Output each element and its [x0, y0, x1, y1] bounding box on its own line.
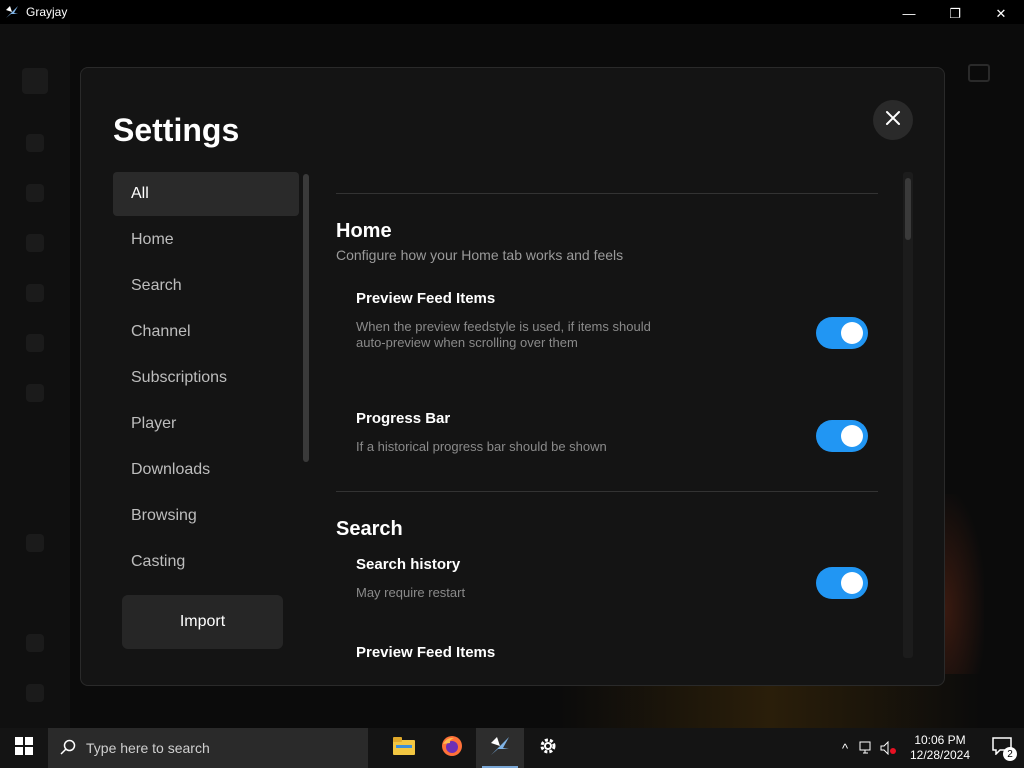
- setting-desc-search-history: May require restart: [356, 585, 466, 600]
- clock-date: 12/28/2024: [909, 748, 971, 762]
- content-scrollbar-thumb[interactable]: [905, 178, 911, 240]
- taskbar-grayjay[interactable]: [476, 728, 524, 768]
- toggle-search-history[interactable]: [816, 567, 868, 599]
- window-title: Grayjay: [26, 5, 68, 19]
- setting-desc-preview-feed-items: When the preview feedstyle is used, if i…: [356, 319, 651, 350]
- nav-item-downloads[interactable]: Downloads: [113, 448, 299, 492]
- nav-item-subscriptions[interactable]: Subscriptions: [113, 356, 299, 400]
- background-profile-icon: [26, 684, 44, 702]
- content-scrollbar[interactable]: [903, 172, 913, 658]
- toggle-knob: [841, 322, 863, 344]
- window-titlebar: Grayjay — ❐ ✕: [0, 0, 1024, 24]
- taskbar: Type here to search ^ 10:06 PM 12/28/202…: [0, 728, 1024, 768]
- settings-dialog: Settings All Home Search Channel Subscri…: [80, 67, 945, 686]
- network-icon[interactable]: [856, 728, 878, 768]
- section-divider: [336, 193, 878, 194]
- import-button[interactable]: Import: [122, 595, 283, 649]
- nav-item-all[interactable]: All: [113, 172, 299, 216]
- start-button[interactable]: [0, 728, 48, 768]
- background-subscriptions-icon: [26, 184, 44, 202]
- nav-item-browsing[interactable]: Browsing: [113, 494, 299, 538]
- taskbar-apps: [380, 728, 572, 768]
- section-desc-home: Configure how your Home tab works and fe…: [336, 247, 624, 263]
- nav-item-player[interactable]: Player: [113, 402, 299, 446]
- search-icon: [60, 739, 76, 758]
- background-history-icon: [26, 534, 44, 552]
- section-title-home: Home: [336, 220, 392, 242]
- nav-item-home[interactable]: Home: [113, 218, 299, 262]
- file-explorer-icon: [393, 736, 415, 760]
- setting-title-search-preview-feed-items: Preview Feed Items: [356, 644, 496, 657]
- background-playlists-icon: [26, 334, 44, 352]
- windows-logo-icon: [15, 736, 33, 760]
- taskbar-clock[interactable]: 10:06 PM 12/28/2024: [900, 733, 980, 763]
- background-logo-icon: [22, 68, 48, 94]
- background-settings-icon: [26, 634, 44, 652]
- system-tray: ^ 10:06 PM 12/28/2024 2: [834, 728, 1024, 768]
- section-divider: [336, 491, 878, 492]
- taskbar-search-box[interactable]: Type here to search: [48, 728, 368, 768]
- background-sources-icon: [26, 284, 44, 302]
- grayjay-icon: [489, 735, 511, 762]
- background-sidebar: [0, 24, 70, 728]
- taskbar-file-explorer[interactable]: [380, 728, 428, 768]
- nav-item-search[interactable]: Search: [113, 264, 299, 308]
- toggle-knob: [841, 572, 863, 594]
- taskbar-settings[interactable]: [524, 728, 572, 768]
- setting-title-preview-feed-items: Preview Feed Items: [356, 290, 496, 307]
- settings-content: Home Configure how your Home tab works a…: [336, 172, 881, 657]
- tray-overflow-chevron[interactable]: ^: [834, 728, 856, 768]
- background-creators-icon: [26, 234, 44, 252]
- close-icon: [885, 110, 901, 131]
- nav-item-casting[interactable]: Casting: [113, 540, 299, 584]
- settings-icon: [538, 736, 558, 761]
- background-home-icon: [26, 134, 44, 152]
- background-watch-later-icon: [26, 384, 44, 402]
- background-cast-icon: [968, 64, 990, 82]
- window-controls: — ❐ ✕: [886, 0, 1024, 24]
- toggle-preview-feed-items[interactable]: [816, 317, 868, 349]
- grayjay-logo-icon: [4, 4, 20, 20]
- action-center-button[interactable]: 2: [980, 728, 1024, 768]
- settings-title: Settings: [113, 112, 240, 148]
- nav-scrollbar-thumb[interactable]: [303, 174, 309, 462]
- clock-time: 10:06 PM: [914, 733, 966, 747]
- settings-nav: All Home Search Channel Subscriptions Pl…: [113, 172, 299, 586]
- toggle-progress-bar[interactable]: [816, 420, 868, 452]
- nav-scrollbar[interactable]: [302, 172, 310, 574]
- toggle-knob: [841, 425, 863, 447]
- taskbar-firefox[interactable]: [428, 728, 476, 768]
- volume-muted-icon[interactable]: [878, 728, 900, 768]
- setting-title-progress-bar: Progress Bar: [356, 410, 451, 427]
- taskbar-search-placeholder: Type here to search: [86, 740, 210, 756]
- settings-close-button[interactable]: [873, 100, 913, 140]
- nav-item-channel[interactable]: Channel: [113, 310, 299, 354]
- firefox-icon: [441, 735, 463, 762]
- section-title-search: Search: [336, 518, 403, 540]
- notification-count-badge: 2: [1003, 747, 1017, 761]
- setting-desc-progress-bar: If a historical progress bar should be s…: [356, 439, 607, 454]
- setting-title-search-history: Search history: [356, 556, 461, 573]
